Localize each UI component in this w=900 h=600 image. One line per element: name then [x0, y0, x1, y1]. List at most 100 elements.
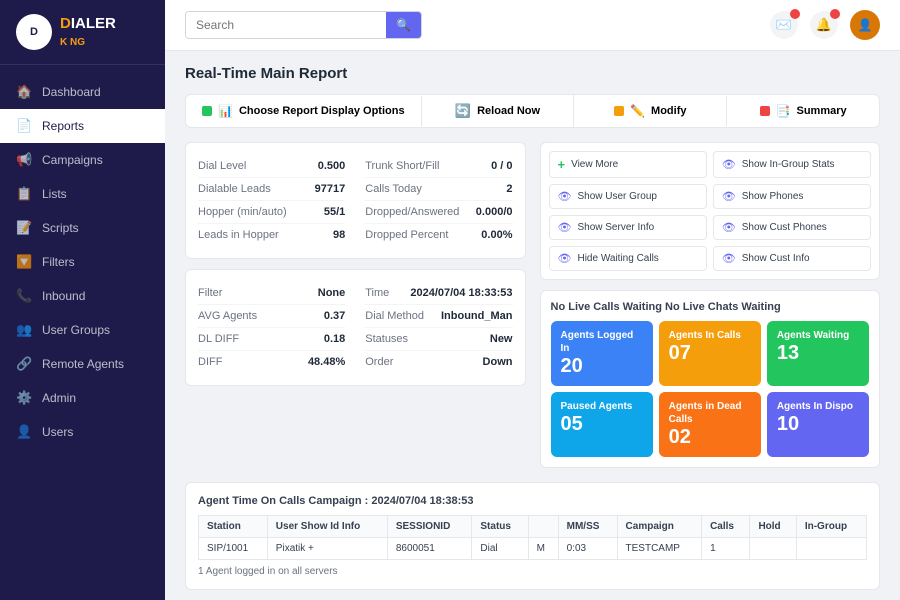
info-row-diff: DIFF 48.48% — [198, 351, 345, 373]
choose-report-btn[interactable]: 📊 Choose Report Display Options — [186, 96, 422, 126]
sidebar-item-reports[interactable]: 📄 Reports — [0, 109, 165, 143]
info-row-avg-agents: AVG Agents 0.37 — [198, 305, 345, 328]
status-card-paused-agents[interactable]: Paused Agents 05 — [551, 392, 653, 457]
summary-btn[interactable]: 📑 Summary — [727, 96, 879, 126]
info-row-hopper: Hopper (min/auto) 55/1 — [198, 201, 345, 224]
col-sessionid: SESSIONID — [387, 516, 472, 538]
show-ingroup-stats-btn[interactable]: 👁 Show In-Group Stats — [713, 151, 871, 178]
main: 🔍 ✉️ 🔔 👤 Real-Time Main Report 📊 Choose … — [165, 0, 900, 600]
agent-footer: 1 Agent logged in on all servers — [198, 566, 867, 577]
info-panel-top: Dial Level 0.500 Dialable Leads 97717 Ho… — [185, 142, 526, 259]
show-server-info-btn[interactable]: 👁 Show Server Info — [549, 215, 707, 240]
agent-table: Station User Show Id Info SESSIONID Stat… — [198, 515, 867, 560]
eye-icon-7: 👁 — [722, 252, 736, 265]
status-grid: Agents Logged In 20 Agents In Calls 07 A… — [551, 321, 870, 457]
topbar: 🔍 ✉️ 🔔 👤 — [165, 0, 900, 51]
chart-icon: 📊 — [218, 104, 233, 118]
modify-btn[interactable]: ✏️ Modify — [574, 96, 727, 126]
sidebar-item-campaigns[interactable]: 📢 Campaigns — [0, 143, 165, 177]
status-section: No Live Calls Waiting No Live Chats Wait… — [540, 290, 881, 468]
inbound-icon: 📞 — [16, 288, 32, 304]
eye-icon-2: 👁 — [558, 190, 572, 203]
reload-icon: 🔄 — [455, 103, 471, 119]
info-panel-bottom: Filter None AVG Agents 0.37 DL DIFF 0.18 — [185, 269, 526, 386]
col-flag — [528, 516, 558, 538]
info-row-dropped-pct: Dropped Percent 0.00% — [365, 224, 512, 246]
col-campaign: Campaign — [617, 516, 702, 538]
col-hold: Hold — [750, 516, 796, 538]
info-row-filter: Filter None — [198, 282, 345, 305]
show-phones-btn[interactable]: 👁 Show Phones — [713, 184, 871, 209]
action-row-3: 👁 Show Server Info 👁 Show Cust Phones — [549, 215, 872, 240]
show-cust-info-btn[interactable]: 👁 Show Cust Info — [713, 246, 871, 271]
show-user-group-btn[interactable]: 👁 Show User Group — [549, 184, 707, 209]
status-card-agents-logged-in[interactable]: Agents Logged In 20 — [551, 321, 653, 386]
agent-section: Agent Time On Calls Campaign : 2024/07/0… — [185, 482, 880, 590]
sidebar-item-admin[interactable]: ⚙️ Admin — [0, 381, 165, 415]
sidebar-item-remote-agents[interactable]: 🔗 Remote Agents — [0, 347, 165, 381]
topbar-icons: ✉️ 🔔 👤 — [770, 10, 880, 40]
users-icon: 👤 — [16, 424, 32, 440]
sidebar-item-scripts[interactable]: 📝 Scripts — [0, 211, 165, 245]
yellow-dot — [614, 106, 624, 116]
action-row-2: 👁 Show User Group 👁 Show Phones — [549, 184, 872, 209]
view-more-btn[interactable]: + View More — [549, 151, 707, 178]
col-mmss: MM/SS — [558, 516, 617, 538]
sidebar-item-dashboard[interactable]: 🏠 Dashboard — [0, 75, 165, 109]
reload-btn[interactable]: 🔄 Reload Now — [422, 95, 575, 127]
search-input[interactable] — [186, 12, 386, 38]
home-icon: 🏠 — [16, 84, 32, 100]
search-button[interactable]: 🔍 — [386, 12, 421, 38]
lists-icon: 📋 — [16, 186, 32, 202]
hide-waiting-calls-btn[interactable]: 👁 Hide Waiting Calls — [549, 246, 707, 271]
status-header: No Live Calls Waiting No Live Chats Wait… — [551, 301, 870, 313]
info-row-order: Order Down — [365, 351, 512, 373]
page-title: Real-Time Main Report — [185, 65, 880, 82]
info-row-leads-hopper: Leads in Hopper 98 — [198, 224, 345, 246]
sidebar-item-lists[interactable]: 📋 Lists — [0, 177, 165, 211]
scripts-icon: 📝 — [16, 220, 32, 236]
action-row-1: + View More 👁 Show In-Group Stats — [549, 151, 872, 178]
eye-icon-4: 👁 — [558, 221, 572, 234]
info-row-trunk: Trunk Short/Fill 0 / 0 — [365, 155, 512, 178]
info-row-dial-level: Dial Level 0.500 — [198, 155, 345, 178]
sidebar-item-user-groups[interactable]: 👥 User Groups — [0, 313, 165, 347]
pencil-icon: ✏️ — [630, 104, 645, 118]
eye-icon-1: 👁 — [722, 158, 736, 171]
filters-icon: 🔽 — [16, 254, 32, 270]
status-card-agents-waiting[interactable]: Agents Waiting 13 — [767, 321, 869, 386]
report-toolbar: 📊 Choose Report Display Options 🔄 Reload… — [185, 94, 880, 128]
agent-section-title: Agent Time On Calls Campaign : 2024/07/0… — [198, 495, 867, 507]
info-row-calls-today: Calls Today 2 — [365, 178, 512, 201]
mail-icon[interactable]: ✉️ — [770, 11, 798, 39]
user-groups-icon: 👥 — [16, 322, 32, 338]
sidebar-item-filters[interactable]: 🔽 Filters — [0, 245, 165, 279]
info-row-dial-method: Dial Method Inbound_Man — [365, 305, 512, 328]
bell-icon[interactable]: 🔔 — [810, 11, 838, 39]
show-cust-phones-btn[interactable]: 👁 Show Cust Phones — [713, 215, 871, 240]
sidebar: D DIALERK NG 🏠 Dashboard 📄 Reports 📢 Cam… — [0, 0, 165, 600]
col-station: Station — [199, 516, 268, 538]
eye-icon-3: 👁 — [722, 190, 736, 203]
green-dot — [202, 106, 212, 116]
status-card-agents-dead-calls[interactable]: Agents in Dead Calls 02 — [659, 392, 761, 457]
col-calls: Calls — [702, 516, 750, 538]
left-panels: Dial Level 0.500 Dialable Leads 97717 Ho… — [185, 142, 526, 468]
info-row-statuses: Statuses New — [365, 328, 512, 351]
avatar[interactable]: 👤 — [850, 10, 880, 40]
campaigns-icon: 📢 — [16, 152, 32, 168]
summary-icon: 📑 — [776, 104, 791, 118]
right-section: + View More 👁 Show In-Group Stats 👁 Show… — [540, 142, 881, 468]
logo: D DIALERK NG — [0, 0, 165, 65]
info-row-time: Time 2024/07/04 18:33:53 — [365, 282, 512, 305]
status-card-agents-dispo[interactable]: Agents In Dispo 10 — [767, 392, 869, 457]
status-card-agents-in-calls[interactable]: Agents In Calls 07 — [659, 321, 761, 386]
sidebar-item-inbound[interactable]: 📞 Inbound — [0, 279, 165, 313]
info-row-dialable-leads: Dialable Leads 97717 — [198, 178, 345, 201]
col-user-show: User Show Id Info — [267, 516, 387, 538]
red-dot — [760, 106, 770, 116]
eye-icon-5: 👁 — [722, 221, 736, 234]
reports-icon: 📄 — [16, 118, 32, 134]
sidebar-item-users[interactable]: 👤 Users — [0, 415, 165, 449]
admin-icon: ⚙️ — [16, 390, 32, 406]
